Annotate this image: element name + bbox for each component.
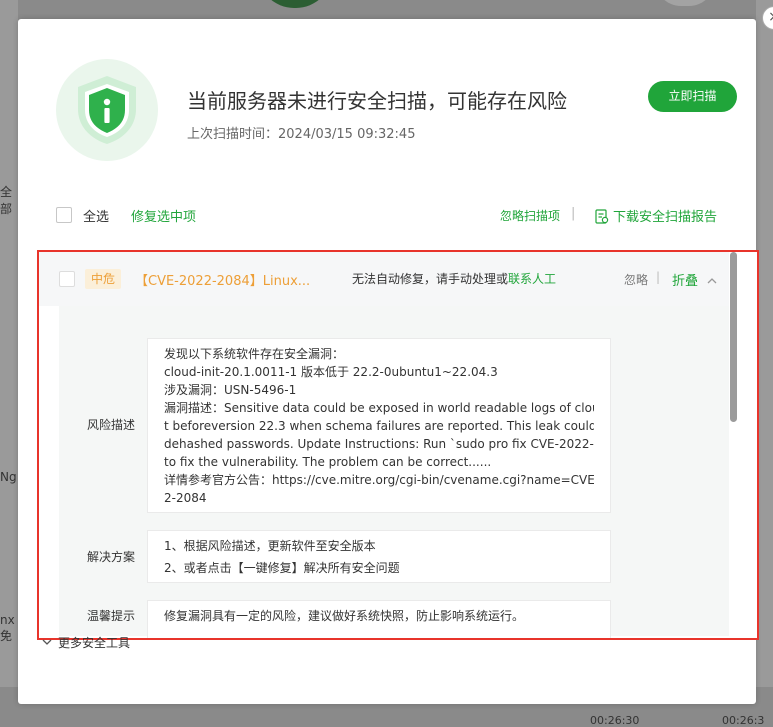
solution-box: 1、根据风险描述，更新软件至安全版本 2、或者点击【一键修复】解决所有安全问题 [147,530,611,583]
risk-list: 中危 【CVE-2022-2084】Linux... 无法自动修复，请手动处理或… [37,250,759,640]
risk-description-line: 发现以下系统软件存在安全漏洞： [164,347,345,361]
list-scrollbar[interactable] [729,252,757,638]
scan-now-button[interactable]: 立即扫描 [648,81,737,112]
background-logo-fragment [258,0,332,8]
shield-badge [56,59,158,161]
risk-description-line: 详情参考官方公告：https://cve.mitre.org/cgi-bin/c… [164,473,594,487]
fix-selected-link[interactable]: 修复选中项 [131,206,196,225]
contact-support-link[interactable]: 联系人工 [508,272,556,286]
risk-item-checkbox[interactable] [59,271,75,287]
tip-text: 修复漏洞具有一定的风险，建议做好系统快照，防止影响系统运行。 [164,609,525,623]
risk-description-line: cloud-init-20.1.0011-1 版本低于 22.2-0ubuntu… [164,365,498,379]
more-security-tools-toggle[interactable]: 更多安全工具 [42,634,130,651]
manual-fix-text: 无法自动修复，请手动处理或联系人工 [352,270,556,287]
select-all-checkbox[interactable] [56,207,72,223]
last-scan-time: 2024/03/15 09:32:45 [278,127,416,142]
last-scan-info: 上次扫描时间：2024/03/15 09:32:45 [187,123,415,142]
risk-description-line: 2-2084 [164,491,207,505]
solution-line: 1、根据风险描述，更新软件至安全版本 [164,539,376,553]
background-text-fragment: Ng [0,470,17,484]
background-time: 00:26:30 [590,714,640,727]
more-security-tools-label: 更多安全工具 [58,636,131,650]
ignored-scans-link[interactable]: 忽略扫描项 [500,207,560,224]
divider: | [571,206,576,221]
scrollbar-thumb[interactable] [730,252,737,422]
collapse-link[interactable]: 折叠 [672,270,717,289]
chevron-down-icon [42,639,52,645]
download-report-label: 下载安全扫描报告 [613,210,718,225]
risk-description-box: 发现以下系统软件存在安全漏洞： cloud-init-20.1.0011-1 版… [147,338,611,513]
risk-description-line: 涉及漏洞：USN-5496-1 [164,383,297,397]
report-icon [595,209,609,224]
shield-icon [78,76,136,144]
risk-description-line: 漏洞描述：Sensitive data could be exposed in … [164,401,594,415]
toolbar: 全选 修复选中项 忽略扫描项 | 下载安全扫描报告 [56,205,736,227]
chevron-up-icon [707,278,717,284]
background-avatar-fragment [655,0,715,6]
tip-label: 温馨提示 [87,609,136,623]
risk-item-title[interactable]: 【CVE-2022-2084】Linux... [135,270,310,289]
background-left-panel: 全部 Ng nx免 [0,0,18,727]
ignore-item-link[interactable]: 忽略 [624,271,648,288]
risk-item-header[interactable]: 中危 【CVE-2022-2084】Linux... 无法自动修复，请手动处理或… [39,252,729,306]
risk-description-line: dehashed passwords. Update Instructions:… [164,437,594,451]
collapse-label: 折叠 [672,274,699,289]
risk-item-detail: 风险描述 发现以下系统软件存在安全漏洞： cloud-init-20.1.001… [59,306,729,638]
divider: | [656,270,661,284]
last-scan-label: 上次扫描时间： [187,127,279,142]
select-all-label[interactable]: 全选 [83,206,109,225]
risk-description-line: to fix the vulnerability. The problem ca… [164,455,492,469]
background-text-fragment: nx免 [0,613,15,643]
background-time: 00:26:3 [722,714,765,727]
solution-label: 解决方案 [87,550,136,564]
solution-line: 2、或者点击【一键修复】解决所有安全问题 [164,561,400,575]
tip-box: 修复漏洞具有一定的风险，建议做好系统快照，防止影响系统运行。 [147,600,611,638]
risk-level-badge: 中危 [85,269,122,289]
background-text-fragment: 全部 [0,185,13,216]
download-report-link[interactable]: 下载安全扫描报告 [595,206,717,225]
manual-fix-label: 无法自动修复，请手动处理或 [352,272,509,286]
risk-description-label: 风险描述 [87,418,136,432]
page-title: 当前服务器未进行安全扫描，可能存在风险 [187,89,567,113]
risk-description-line: t beforeversion 22.3 when schema failure… [164,419,594,433]
